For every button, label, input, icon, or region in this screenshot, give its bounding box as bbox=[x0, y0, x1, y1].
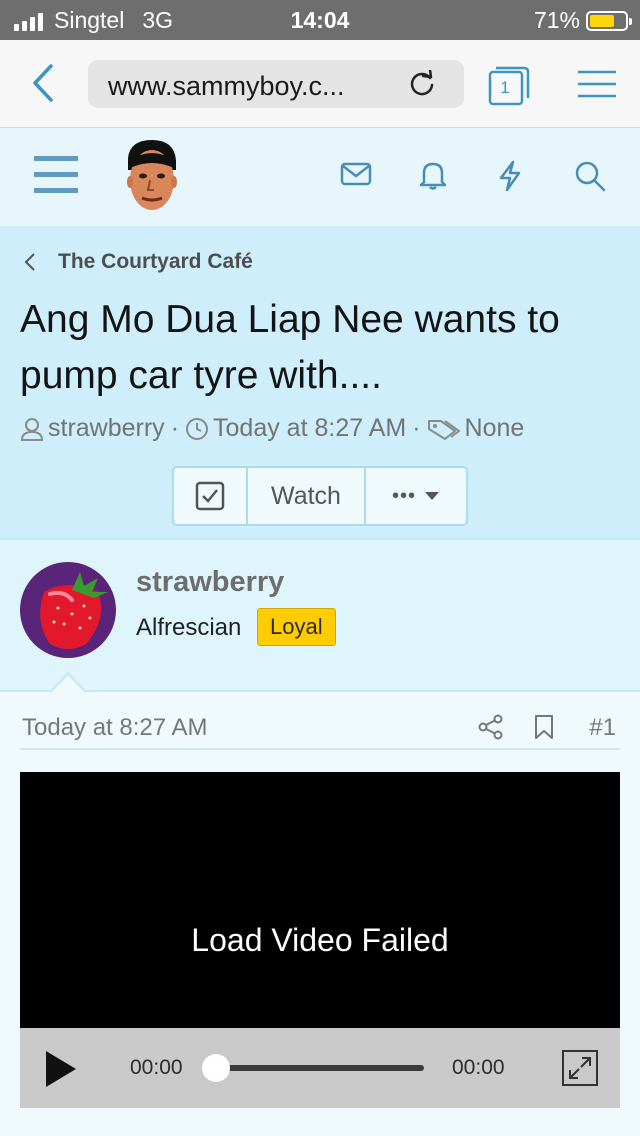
thread-date[interactable]: Today at 8:27 AM bbox=[213, 414, 406, 443]
video-error-message: Load Video Failed bbox=[191, 922, 449, 958]
caret-down-icon bbox=[425, 492, 439, 500]
fullscreen-icon[interactable] bbox=[562, 1050, 598, 1091]
browser-toolbar: www.sammyboy.c... 1 bbox=[0, 40, 640, 128]
user-title: Alfrescian bbox=[136, 614, 242, 641]
video-controls: 00:00 00:00 bbox=[20, 1028, 620, 1108]
search-icon[interactable] bbox=[574, 160, 606, 197]
checkbox-icon bbox=[195, 481, 225, 511]
hamburger-icon[interactable] bbox=[34, 156, 78, 199]
video-player[interactable]: Load Video Failed 00:00 00:00 bbox=[20, 772, 620, 1108]
seek-bar[interactable] bbox=[216, 1065, 424, 1071]
breadcrumb[interactable]: The Courtyard Café bbox=[24, 250, 253, 274]
bell-icon[interactable] bbox=[418, 160, 448, 195]
address-bar[interactable]: www.sammyboy.c... bbox=[88, 60, 464, 108]
url-text: www.sammyboy.c... bbox=[108, 71, 345, 101]
post-meta: Today at 8:27 AM #1 bbox=[20, 704, 620, 750]
watch-button[interactable]: Watch bbox=[248, 468, 366, 524]
thread-author[interactable]: strawberry bbox=[48, 414, 165, 443]
forum-header bbox=[0, 128, 640, 226]
play-icon[interactable] bbox=[44, 1050, 78, 1093]
battery-percent: 71% bbox=[533, 7, 580, 33]
chevron-left-icon bbox=[24, 253, 35, 271]
message-pointer bbox=[50, 672, 86, 692]
clock-icon bbox=[186, 417, 209, 440]
select-button[interactable] bbox=[174, 468, 248, 524]
battery-fill bbox=[590, 14, 615, 27]
site-logo[interactable] bbox=[118, 138, 184, 221]
share-icon[interactable] bbox=[478, 714, 504, 745]
tab-count: 1 bbox=[500, 78, 510, 97]
meta-separator: · bbox=[412, 414, 421, 442]
reload-icon[interactable] bbox=[408, 68, 436, 103]
avatar[interactable] bbox=[20, 562, 116, 658]
thread-title: Ang Mo Dua Liap Nee wants to pump car ty… bbox=[20, 298, 560, 397]
back-icon[interactable] bbox=[30, 62, 56, 109]
post-date[interactable]: Today at 8:27 AM bbox=[22, 714, 207, 742]
username[interactable]: strawberry bbox=[136, 566, 284, 599]
status-right: 71% bbox=[533, 7, 632, 34]
tabs-icon[interactable]: 1 bbox=[488, 66, 530, 113]
current-time: 00:00 bbox=[130, 1056, 183, 1079]
thread-actions: Watch ••• bbox=[172, 466, 468, 526]
bolt-icon[interactable] bbox=[496, 160, 524, 197]
duration: 00:00 bbox=[452, 1056, 505, 1079]
mail-icon[interactable] bbox=[340, 160, 372, 193]
more-label: ••• bbox=[391, 484, 416, 507]
user-icon bbox=[20, 417, 44, 441]
thread-header: The Courtyard Café Ang Mo Dua Liap Nee w… bbox=[0, 226, 640, 538]
meta-separator: · bbox=[170, 414, 180, 442]
menu-icon[interactable] bbox=[578, 70, 616, 105]
seek-handle[interactable] bbox=[202, 1054, 230, 1082]
breadcrumb-label: The Courtyard Café bbox=[58, 250, 253, 273]
more-button[interactable]: ••• bbox=[366, 468, 466, 524]
battery-icon bbox=[586, 10, 632, 31]
thread-tags: None bbox=[464, 414, 525, 442]
status-bar: Singtel 3G 14:04 71% bbox=[0, 0, 640, 40]
tag-icon bbox=[427, 419, 461, 440]
thread-meta: strawberry · Today at 8:27 AM · None bbox=[20, 414, 524, 443]
bookmark-icon[interactable] bbox=[534, 714, 554, 745]
post-user-block: strawberry Alfrescian Loyal bbox=[0, 538, 640, 692]
post-number[interactable]: #1 bbox=[589, 714, 616, 742]
user-badge: Loyal bbox=[257, 608, 336, 646]
